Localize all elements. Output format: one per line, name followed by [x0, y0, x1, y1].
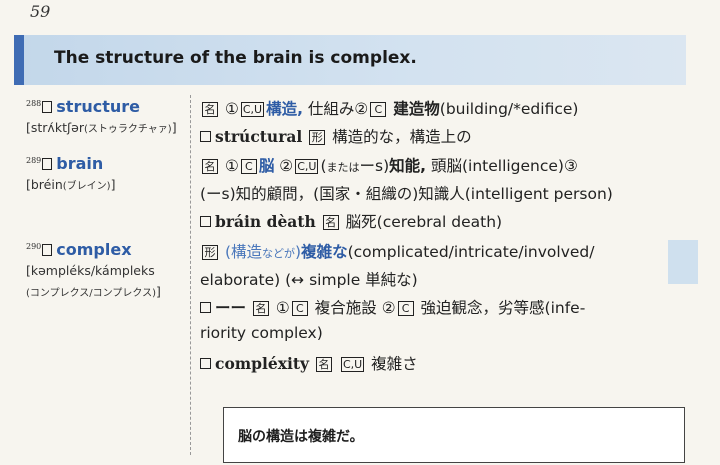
page-number: 59 — [30, 2, 51, 21]
checkbox-icon[interactable] — [200, 216, 211, 227]
definition-brain-line3: bráin dèath 名 脳死(cerebral death) — [200, 210, 690, 232]
pronunciation: [kəmpléks/kámpleks — [26, 263, 155, 278]
checkbox-icon[interactable] — [200, 131, 211, 142]
entry-complex: 290 complex [kəmpléks/kámpleks (コンプレクス/コン… — [26, 240, 216, 303]
definition-complex-line2: elaborate) (↔ simple 単純な) — [200, 271, 418, 289]
definition-brain-line1: 名 ①C脳 ② C,U (またはーs)知能, 頭脳(intelligence)③ — [200, 154, 690, 176]
example-sentence-box: 脳の構造は複雑だ。 — [223, 407, 685, 463]
entry-number: 289 — [26, 156, 42, 165]
definition-complex-line3: ーー 名 ①C 複合施設 ②C 強迫観念，劣等感(infe- — [200, 296, 690, 318]
entry-number: 288 — [26, 99, 42, 108]
definition-complex-line1: 形 (構造などが)複雑な(complicated/intricate/invol… — [200, 240, 690, 262]
checkbox-icon[interactable] — [42, 101, 53, 113]
headword: complex — [56, 240, 132, 259]
pronunciation: [strʌ́ktʃər(ストゥラクチャァ)] — [26, 120, 177, 135]
headword: structure — [56, 97, 140, 116]
definition-complex-line5: compléxity 名 C,U 複雑さ — [200, 352, 690, 374]
sentence-banner: The structure of the brain is complex. — [14, 35, 686, 85]
definition-structure-line1: 名 ① C,U 構造, 仕組み② C 建造物(building/*edifice) — [200, 97, 690, 119]
headword: brain — [56, 154, 104, 173]
definition-brain-line2: (ーs)知的顧問，(国家・組織の)知識人(intelligent person) — [200, 185, 613, 203]
definition-structure-line2: strúctural 形 構造的な，構造上の — [200, 125, 690, 147]
entry-structure: 288 structure [strʌ́ktʃər(ストゥラクチャァ)] — [26, 97, 216, 142]
checkbox-icon[interactable] — [200, 358, 211, 369]
pronunciation-kana: (コンプレクス/コンプレクス)] — [26, 284, 161, 299]
banner-sentence: The structure of the brain is complex. — [54, 48, 417, 68]
checkbox-icon[interactable] — [200, 302, 211, 313]
checkbox-icon[interactable] — [42, 158, 53, 170]
pronunciation: [bréin(ブレイン)] — [26, 177, 116, 192]
example-sentence: 脳の構造は複雑だ。 — [238, 429, 364, 445]
definition-complex-line4: riority complex) — [200, 324, 323, 342]
entry-number: 290 — [26, 242, 42, 251]
banner-accent-bar — [14, 35, 24, 85]
checkbox-icon[interactable] — [42, 244, 53, 256]
entry-brain: 289 brain [bréin(ブレイン)] — [26, 154, 216, 199]
